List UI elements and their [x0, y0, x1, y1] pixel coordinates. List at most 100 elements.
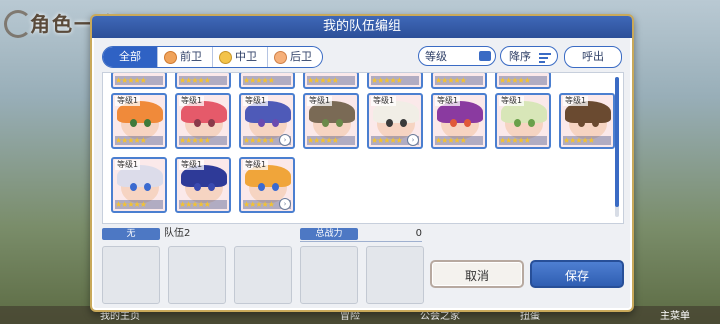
power-divider: [300, 241, 422, 242]
character-eye: [208, 119, 215, 127]
team-slot-5[interactable]: [366, 246, 424, 304]
character-card[interactable]: ★★★★★: [175, 73, 231, 89]
character-roster: ★★★★★ ★★★★★ ★★★★★ ★★★★★ ★★★★★ ★★★★★ ★★★★★ 等级1 ★…: [102, 72, 624, 224]
roster-scrollbar-thumb[interactable]: [615, 77, 619, 207]
nav-menu[interactable]: 主菜单: [660, 307, 690, 322]
level-label: 等级1: [115, 96, 141, 106]
save-button[interactable]: 保存: [530, 260, 624, 288]
middle-role-icon: [219, 50, 232, 64]
character-eye: [194, 119, 201, 127]
rank-up-arrow-icon: ›: [279, 134, 291, 146]
filter-front-label: 前卫: [180, 50, 202, 63]
character-card[interactable]: 等级1 ★★★★★: [559, 93, 615, 149]
star-rating: ★★★★★: [499, 76, 547, 85]
total-power-label: 总战力: [300, 228, 358, 240]
character-eye: [272, 119, 279, 127]
order-button[interactable]: 降序: [500, 46, 558, 66]
character-eye: [528, 119, 535, 127]
team-slot-3[interactable]: [234, 246, 292, 304]
filter-middle[interactable]: 中卫: [212, 47, 267, 67]
filter-back-label: 后卫: [290, 50, 312, 63]
star-rating: ★★★★★: [115, 200, 163, 209]
character-eye: [322, 119, 329, 127]
call-label: 呼出: [582, 50, 604, 63]
filter-all-label: 全部: [119, 50, 141, 63]
character-eye: [130, 183, 137, 191]
star-rating: ★★★★★: [435, 136, 483, 145]
level-label: 等级1: [499, 96, 525, 106]
back-role-icon: [274, 50, 287, 64]
star-rating: ★★★★★: [243, 76, 291, 85]
character-eye: [258, 183, 265, 191]
star-rating: ★★★★★: [115, 136, 163, 145]
character-eye: [208, 183, 215, 191]
character-eye: [336, 119, 343, 127]
level-label: 等级1: [179, 96, 205, 106]
character-eye: [130, 119, 137, 127]
level-label: 等级1: [435, 96, 461, 106]
descending-icon: [539, 53, 551, 65]
rank-up-arrow-icon: ›: [407, 134, 419, 146]
character-card[interactable]: 等级1 ★★★★★ ›: [367, 93, 423, 149]
character-card[interactable]: ★★★★★: [303, 73, 359, 89]
character-eye: [578, 119, 585, 127]
sort-label: 等级: [425, 50, 447, 63]
filter-front[interactable]: 前卫: [157, 47, 212, 67]
filter-back[interactable]: 后卫: [267, 47, 322, 67]
front-role-icon: [164, 50, 177, 64]
cancel-button[interactable]: 取消: [430, 260, 524, 288]
star-rating: ★★★★★: [307, 136, 355, 145]
character-card[interactable]: ★★★★★: [495, 73, 551, 89]
character-card[interactable]: 等级1 ★★★★★: [495, 93, 551, 149]
team-edit-dialog: 我的队伍编组 全部 前卫 中卫 后卫 等级 降序 呼出 ★★★★★ ★★★★★ …: [90, 14, 634, 312]
dialog-title: 我的队伍编组: [92, 16, 632, 38]
character-card[interactable]: 等级1 ★★★★★ ›: [239, 157, 295, 213]
character-card[interactable]: ★★★★★: [239, 73, 295, 89]
character-eye: [144, 183, 151, 191]
star-rating: ★★★★★: [179, 200, 227, 209]
character-card[interactable]: ★★★★★: [431, 73, 487, 89]
star-rating: ★★★★★: [435, 76, 483, 85]
character-card[interactable]: 等级1 ★★★★★ ›: [239, 93, 295, 149]
character-card[interactable]: ★★★★★: [367, 73, 423, 89]
character-eye: [258, 119, 265, 127]
character-eye: [464, 119, 471, 127]
level-label: 等级1: [179, 160, 205, 170]
star-rating: ★★★★★: [499, 136, 547, 145]
character-card[interactable]: 等级1 ★★★★★: [111, 93, 167, 149]
team-name: 队伍2: [164, 228, 191, 239]
sort-by-level-button[interactable]: 等级: [418, 46, 496, 66]
back-swirl-icon[interactable]: [4, 10, 32, 38]
character-eye: [400, 119, 407, 127]
star-rating: ★★★★★: [115, 76, 163, 85]
level-label: 等级1: [115, 160, 141, 170]
character-card[interactable]: 等级1 ★★★★★: [175, 157, 231, 213]
filter-middle-label: 中卫: [235, 50, 257, 63]
team-slot-1[interactable]: [102, 246, 160, 304]
total-power-value: 0: [415, 228, 422, 239]
star-rating: ★★★★★: [307, 76, 355, 85]
character-card[interactable]: 等级1 ★★★★★: [303, 93, 359, 149]
character-eye: [386, 119, 393, 127]
character-eye: [194, 183, 201, 191]
rank-up-arrow-icon: ›: [279, 198, 291, 210]
character-eye: [272, 183, 279, 191]
filter-all[interactable]: 全部: [103, 47, 157, 67]
role-filter: 全部 前卫 中卫 后卫: [102, 46, 323, 68]
character-eye: [144, 119, 151, 127]
team-slot-2[interactable]: [168, 246, 226, 304]
role-filter-segments: 全部 前卫 中卫 后卫: [102, 46, 323, 68]
level-label: 等级1: [371, 96, 397, 106]
team-info-row: 无 队伍2 总战力 0: [102, 228, 422, 242]
star-rating: ★★★★★: [371, 76, 419, 85]
character-card[interactable]: 等级1 ★★★★★: [175, 93, 231, 149]
team-badge: 无: [102, 228, 160, 240]
character-card[interactable]: 等级1 ★★★★★: [111, 157, 167, 213]
character-eye: [592, 119, 599, 127]
team-slot-4[interactable]: [300, 246, 358, 304]
character-card[interactable]: ★★★★★: [111, 73, 167, 89]
star-rating: ★★★★★: [179, 76, 227, 85]
character-card[interactable]: 等级1 ★★★★★: [431, 93, 487, 149]
call-button[interactable]: 呼出: [564, 46, 622, 68]
star-rating: ★★★★★: [179, 136, 227, 145]
